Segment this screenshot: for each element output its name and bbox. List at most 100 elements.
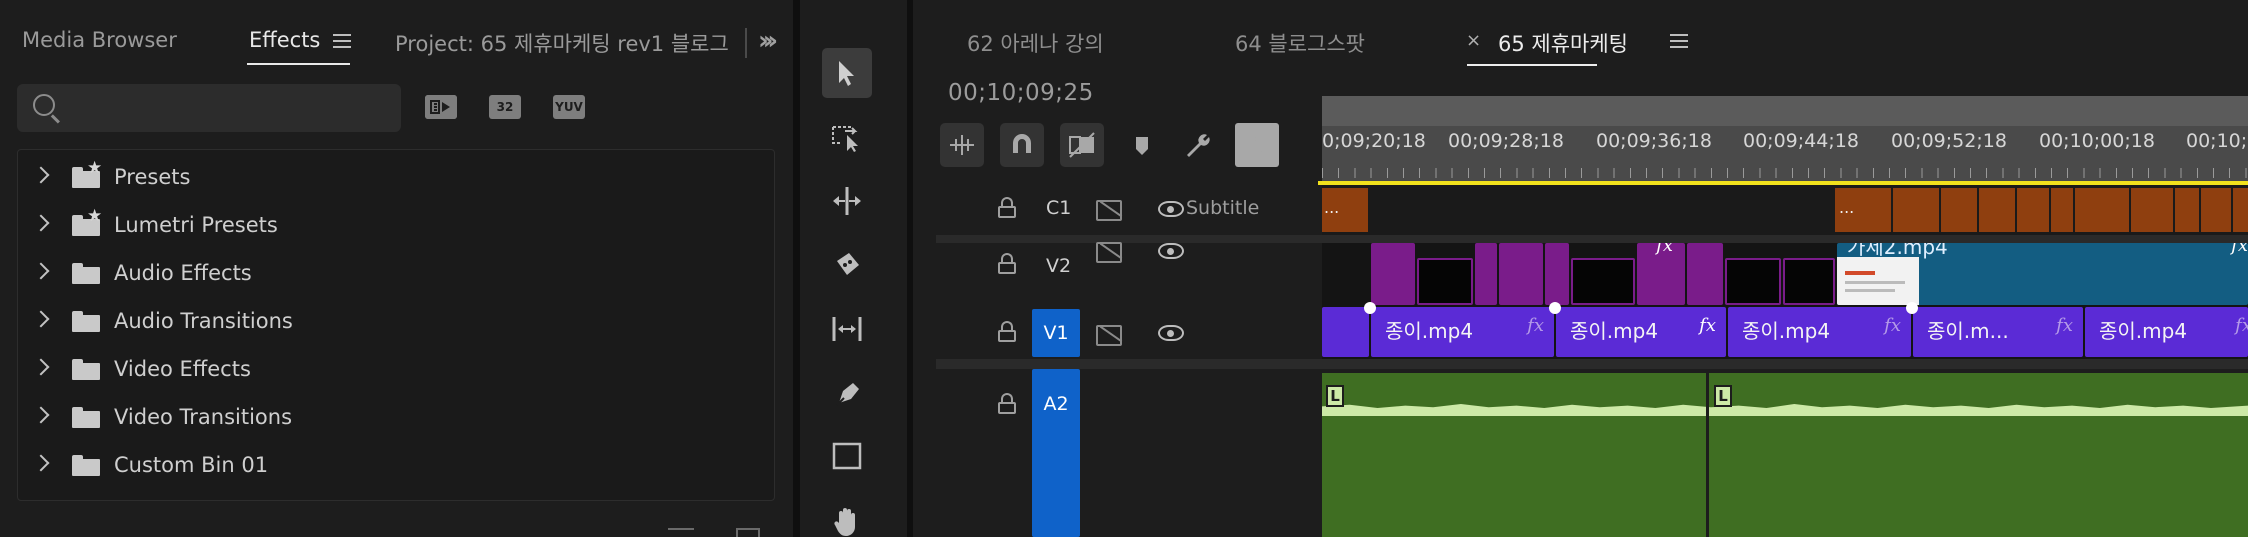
v2-clip[interactable] <box>1475 243 1497 305</box>
tree-item-video-transitions[interactable]: Video Transitions <box>18 396 774 440</box>
transition-handle[interactable] <box>1549 302 1561 314</box>
subtitle-clip[interactable] <box>2201 188 2231 232</box>
delete-icon[interactable] <box>736 528 760 537</box>
v2-clip[interactable]: fx <box>1637 243 1685 305</box>
expand-arrow-icon[interactable] <box>32 262 50 280</box>
fx-badge[interactable]: fx <box>1656 243 1673 256</box>
v2-clip[interactable] <box>1371 243 1415 305</box>
selection-tool-icon[interactable] <box>822 48 872 98</box>
tab-media-browser[interactable]: Media Browser <box>22 28 177 52</box>
ruler-zoom-bar[interactable] <box>1322 96 2248 126</box>
snap-magnet-icon[interactable] <box>1000 123 1044 167</box>
tab-project[interactable]: Project: 65 제휴마케팅 rev1 블로그 <box>395 28 745 58</box>
eye-icon[interactable] <box>1158 325 1184 341</box>
v1-clip[interactable]: 종이.m... fx <box>1913 307 2083 357</box>
playhead-timecode[interactable]: 00;10;09;25 <box>948 80 1094 106</box>
tree-item-video-effects[interactable]: Video Effects <box>18 348 774 392</box>
rectangle-tool-icon[interactable] <box>822 432 872 482</box>
subtitle-clip[interactable] <box>2131 188 2173 232</box>
sequence-tab-64[interactable]: 64 블로그스팟 <box>1235 28 1365 58</box>
fx-badge[interactable]: fx <box>1699 315 1716 336</box>
captions-icon[interactable]: CC <box>1235 123 1279 167</box>
tab-effects[interactable]: Effects <box>249 28 320 52</box>
linked-selection-icon[interactable] <box>1060 123 1104 167</box>
fx-badge[interactable]: fx <box>2235 315 2248 336</box>
v2-clip[interactable] <box>1571 258 1635 305</box>
new-bin-icon[interactable] <box>668 528 694 537</box>
sync-lock-icon[interactable] <box>1096 197 1122 221</box>
tree-item-audio-transitions[interactable]: Audio Transitions <box>18 300 774 344</box>
pen-tool-icon[interactable] <box>822 368 872 418</box>
v2-clip[interactable] <box>1725 258 1781 305</box>
expand-arrow-icon[interactable] <box>32 454 50 472</box>
subtitle-clip[interactable] <box>2017 188 2049 232</box>
transition-handle[interactable] <box>1364 302 1376 314</box>
sequence-menu-icon[interactable] <box>1670 34 1688 48</box>
add-marker-icon[interactable] <box>1120 123 1164 167</box>
ripple-edit-tool-icon[interactable] <box>822 176 872 226</box>
tree-item-custom-bin[interactable]: Custom Bin 01 <box>18 444 774 488</box>
lock-icon[interactable] <box>998 253 1016 274</box>
subtitle-clip[interactable]: ... <box>1322 188 1368 232</box>
32-bit-filter-button[interactable]: 32 <box>489 95 521 119</box>
fx-badge[interactable]: fx <box>1527 315 1544 336</box>
track-target-v1[interactable]: V1 <box>1032 309 1080 357</box>
subtitle-clip[interactable] <box>2233 188 2248 232</box>
lock-icon[interactable] <box>998 321 1016 342</box>
sequence-tab-65[interactable]: 65 제휴마케팅 <box>1498 28 1628 58</box>
track-target-a2[interactable]: A2 <box>1032 369 1080 537</box>
subtitle-clip[interactable] <box>1979 188 2015 232</box>
subtitle-clip[interactable] <box>2051 188 2073 232</box>
expand-arrow-icon[interactable] <box>32 310 50 328</box>
eye-icon[interactable] <box>1158 201 1184 217</box>
lock-icon[interactable] <box>998 393 1016 414</box>
expand-arrow-icon[interactable] <box>32 214 50 232</box>
time-ruler[interactable]: 0;09;20;18 00;09;28;18 00;09;36;18 00;09… <box>1322 96 2248 184</box>
v1-clip[interactable] <box>1322 307 1369 357</box>
effects-search[interactable] <box>17 84 401 132</box>
fx-badge[interactable]: fx <box>2056 315 2073 336</box>
eye-icon[interactable] <box>1158 243 1184 259</box>
wrench-settings-icon[interactable] <box>1175 123 1219 167</box>
razor-tool-icon[interactable] <box>822 240 872 290</box>
more-tabs-icon[interactable]: ››› <box>758 26 778 56</box>
accelerated-effects-filter-icon[interactable] <box>425 95 457 119</box>
slip-tool-icon[interactable] <box>822 304 872 354</box>
v2-clip[interactable] <box>1417 258 1473 305</box>
v1-clip[interactable]: 종이.mp4 fx <box>1371 307 1554 357</box>
v2-clip[interactable] <box>1687 243 1723 305</box>
tab-menu-icon[interactable] <box>333 34 351 48</box>
hand-tool-icon[interactable] <box>822 496 872 537</box>
expand-arrow-icon[interactable] <box>32 406 50 424</box>
lock-icon[interactable] <box>998 197 1016 218</box>
subtitle-clip[interactable] <box>1893 188 1939 232</box>
transition-handle[interactable] <box>1906 302 1918 314</box>
v1-clip[interactable]: 종이.mp4 fx <box>1556 307 1726 357</box>
close-tab-icon[interactable]: × <box>1466 30 1481 51</box>
fx-badge[interactable]: fx <box>2231 243 2248 256</box>
sync-lock-icon[interactable] <box>1096 239 1122 263</box>
tree-item-audio-effects[interactable]: Audio Effects <box>18 252 774 296</box>
sync-lock-icon[interactable] <box>1096 322 1122 346</box>
v2-clip[interactable] <box>1545 243 1569 305</box>
subtitle-clip[interactable] <box>2075 188 2129 232</box>
search-input[interactable] <box>73 92 383 124</box>
subtitle-clip[interactable] <box>1941 188 1977 232</box>
v2-clip-gaje2[interactable]: 가제2.mp4 fx <box>1837 243 2248 305</box>
v2-clip[interactable] <box>1783 258 1835 305</box>
track-select-tool-icon[interactable] <box>822 112 872 162</box>
tree-item-lumetri-presets[interactable]: ★ Lumetri Presets <box>18 204 774 248</box>
yuv-filter-button[interactable]: YUV <box>553 95 585 119</box>
fx-badge[interactable]: fx <box>1884 315 1901 336</box>
nest-toggle-icon[interactable] <box>940 123 984 167</box>
a2-audio-clip[interactable]: L L <box>1322 373 2248 537</box>
expand-arrow-icon[interactable] <box>32 166 50 184</box>
v1-clip[interactable]: 종이.mp4 fx <box>2085 307 2248 357</box>
subtitle-clip[interactable] <box>2175 188 2199 232</box>
subtitle-clip[interactable]: ... <box>1835 188 1891 232</box>
sequence-tab-62[interactable]: 62 아레나 강의 <box>967 28 1104 58</box>
v2-clip[interactable] <box>1499 243 1543 305</box>
tree-item-presets[interactable]: ★ Presets <box>18 156 774 200</box>
expand-arrow-icon[interactable] <box>32 358 50 376</box>
v1-clip[interactable]: 종이.mp4 fx <box>1728 307 1911 357</box>
